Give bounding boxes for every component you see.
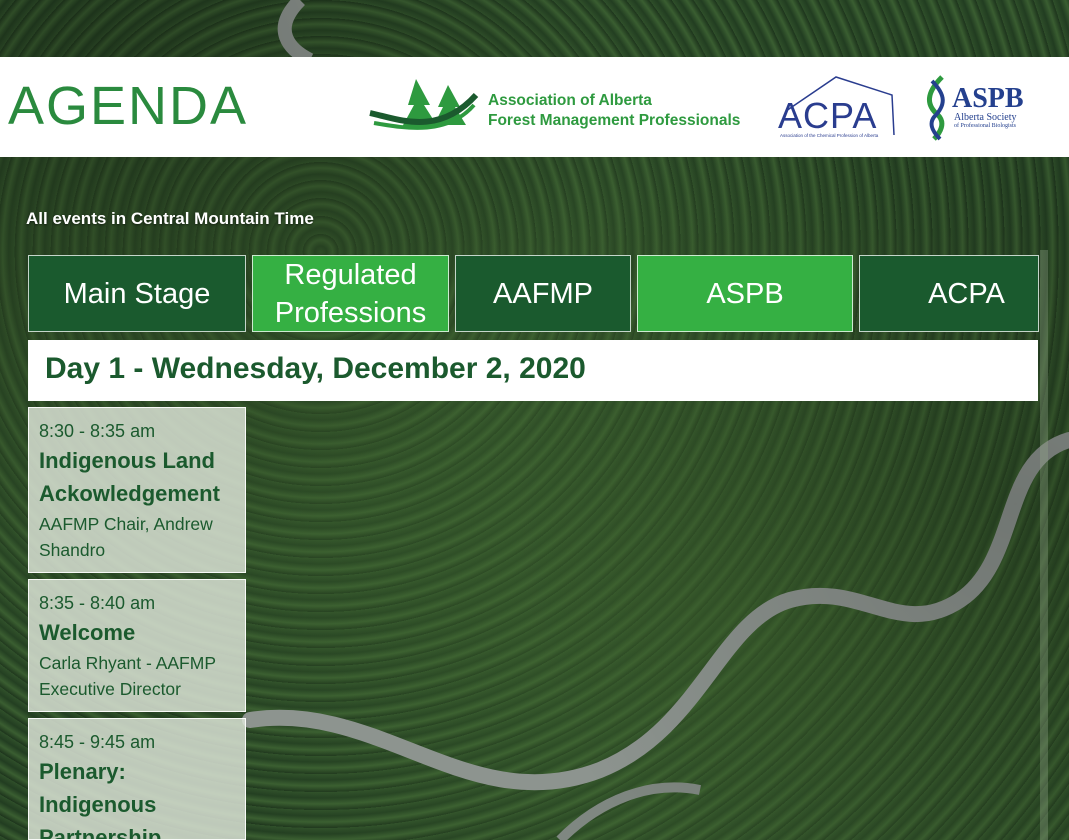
session-card[interactable]: 8:35 - 8:40 am Welcome Carla Rhyant - AA… [28, 579, 246, 712]
tab-main-stage[interactable]: Main Stage [28, 255, 246, 332]
aspb-subtitle-line1: Alberta Society [954, 112, 1017, 123]
session-title-line: Indigenous Land [39, 448, 215, 473]
tab-acpa-label: ACPA [928, 277, 1005, 310]
timezone-note: All events in Central Mountain Time [26, 209, 314, 228]
page-title: AGENDA [8, 76, 249, 136]
scrollbar[interactable] [1040, 250, 1048, 840]
session-speaker-line: AAFMP Chair, Andrew [39, 514, 213, 534]
tab-acpa[interactable]: ACPA [859, 255, 1039, 332]
session-title: Indigenous Land Ackowledgement [39, 444, 235, 510]
session-speaker-line: Carla Rhyant - AAFMP [39, 653, 216, 673]
aafmp-name: Association of Alberta Forest Management… [488, 91, 740, 131]
aafmp-logo[interactable]: Association of Alberta Forest Management… [368, 75, 758, 143]
tree-logo-icon [369, 79, 479, 130]
aspb-wordmark: ASPB [952, 83, 1024, 114]
tab-main-stage-label: Main Stage [63, 277, 211, 310]
tab-aafmp-label: AAFMP [493, 277, 593, 310]
aafmp-name-line1: Association of Alberta [488, 92, 652, 109]
session-title: Welcome [39, 616, 235, 649]
session-speaker-line: Executive Director [39, 679, 181, 699]
tab-regulated-professions[interactable]: Regulated Professions [252, 255, 449, 332]
aspb-subtitle-line2: of Professional Biologists [954, 123, 1017, 129]
tab-regulated-label-line1: Regulated [284, 258, 417, 291]
acpa-subtitle: Association of the Chemical Profession o… [780, 133, 879, 138]
aafmp-name-line2: Forest Management Professionals [488, 112, 741, 129]
tab-aafmp[interactable]: AAFMP [455, 255, 631, 332]
session-time: 8:45 - 9:45 am [39, 732, 156, 752]
session-title-line: Indigenous [39, 792, 157, 817]
header-banner: AGENDA Association of Alberta Forest Man… [0, 57, 1069, 157]
session-title-line: Welcome [39, 620, 136, 645]
session-title-line: Plenary: [39, 759, 126, 784]
day-header: Day 1 - Wednesday, December 2, 2020 [28, 340, 1038, 401]
session-time: 8:35 - 8:40 am [39, 593, 156, 613]
day-heading: Day 1 - Wednesday, December 2, 2020 [45, 352, 586, 385]
dna-helix-icon [927, 75, 945, 141]
session-title: Plenary: Indigenous Partnership [39, 755, 235, 840]
session-speaker: Carla Rhyant - AAFMP Executive Director [39, 650, 235, 702]
acpa-logo[interactable]: ACPA Association of the Chemical Profess… [776, 75, 898, 141]
session-time: 8:30 - 8:35 am [39, 421, 156, 441]
aspb-subtitle: Alberta Society of Professional Biologis… [954, 113, 1016, 131]
session-card[interactable]: 8:45 - 9:45 am Plenary: Indigenous Partn… [28, 718, 246, 840]
session-speaker-line: Shandro [39, 540, 106, 560]
session-title-line: Ackowledgement [39, 481, 220, 506]
acpa-wordmark: ACPA [778, 95, 878, 136]
session-card[interactable]: 8:30 - 8:35 am Indigenous Land Ackowledg… [28, 407, 246, 573]
tab-aspb-label: ASPB [706, 277, 784, 310]
tab-aspb[interactable]: ASPB [637, 255, 853, 332]
session-title-line: Partnership [39, 825, 162, 840]
tab-regulated-label-line2: Professions [274, 296, 427, 329]
aspb-logo[interactable]: ASPB Alberta Society of Professional Bio… [924, 75, 1054, 141]
session-speaker: AAFMP Chair, Andrew Shandro [39, 511, 235, 563]
